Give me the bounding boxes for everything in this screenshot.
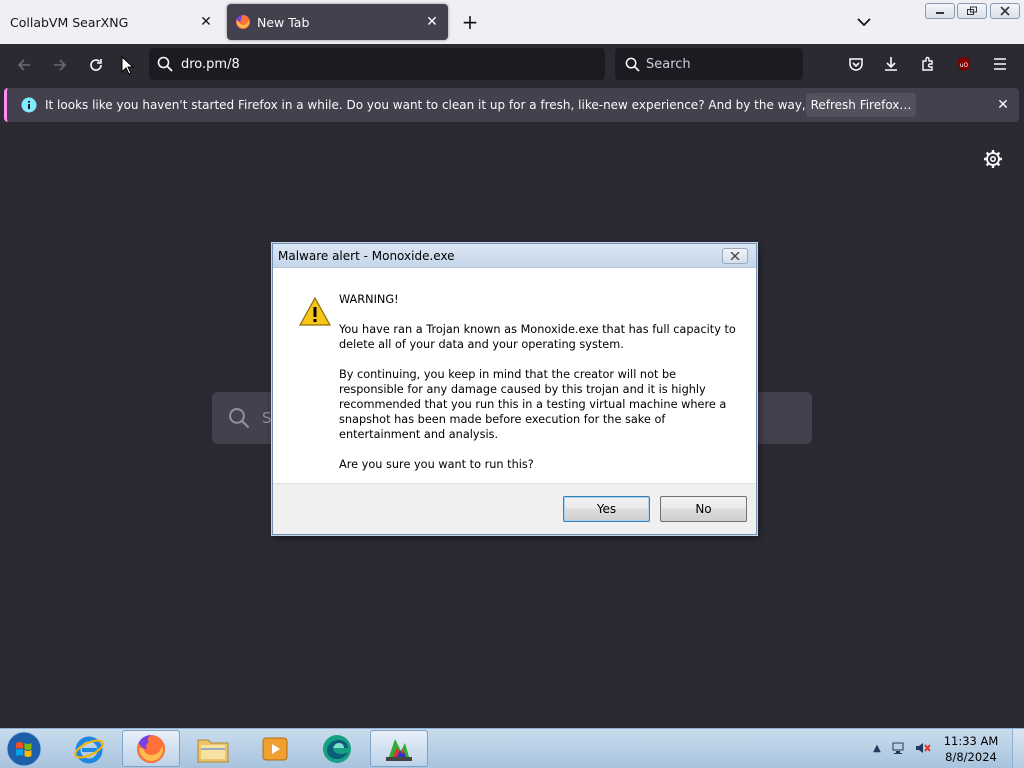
internet-explorer-icon	[74, 736, 104, 763]
download-icon	[885, 57, 897, 71]
newtab-search-placeholder: S	[262, 409, 272, 427]
forward-button[interactable]	[48, 53, 72, 77]
warning-heading: WARNING!	[339, 293, 399, 306]
system-clock[interactable]: 11:33 AM 8/8/2024	[936, 733, 1006, 765]
extensions-button[interactable]	[917, 53, 939, 75]
media-player-icon	[262, 737, 288, 760]
warning-question: Are you sure you want to run this?	[339, 458, 534, 471]
tab-title: New Tab	[257, 14, 310, 30]
start-button[interactable]	[4, 730, 44, 768]
svg-text:uO: uO	[960, 62, 969, 69]
tab-close-icon[interactable]: ✕	[422, 12, 442, 32]
taskbar-file-explorer[interactable]	[184, 730, 242, 767]
tab-close-icon[interactable]: ✕	[196, 12, 216, 32]
refresh-firefox-notification: It looks like you haven't started Firefo…	[4, 88, 1019, 122]
monoxide-app-icon	[386, 738, 412, 761]
close-icon	[1000, 6, 1010, 16]
app-menu-button[interactable]	[989, 53, 1011, 75]
url-bar[interactable]	[149, 48, 605, 80]
edge-browser-icon	[323, 734, 351, 763]
url-input[interactable]	[181, 56, 581, 72]
malware-alert-dialog: Malware alert - Monoxide.exe WARNING! Yo…	[272, 243, 757, 535]
firefox-icon	[137, 734, 166, 763]
network-icon[interactable]	[890, 739, 908, 757]
dialog-button-bar: Yes No	[273, 483, 756, 534]
warning-paragraph-2: By continuing, you keep in mind that the…	[339, 368, 727, 441]
hamburger-menu-icon	[994, 58, 1006, 70]
forward-arrow-icon	[54, 59, 67, 71]
tab-strip: CollabVM SearXNG ✕ New Tab ✕ +	[0, 0, 1024, 44]
tab-new-tab[interactable]: New Tab ✕	[227, 4, 448, 40]
notification-message: It looks like you haven't started Firefo…	[45, 98, 901, 112]
ublock-origin-button[interactable]: uO	[953, 53, 975, 75]
list-all-tabs-button[interactable]	[852, 10, 876, 34]
pocket-button[interactable]	[845, 53, 867, 75]
dialog-title: Malware alert - Monoxide.exe	[278, 248, 455, 263]
close-window-button[interactable]	[990, 3, 1020, 19]
back-arrow-icon	[17, 59, 30, 71]
minimize-button[interactable]	[925, 3, 955, 19]
search-icon	[157, 56, 173, 72]
taskbar-monoxide[interactable]	[370, 730, 428, 767]
search-icon	[625, 57, 640, 72]
dialog-titlebar[interactable]: Malware alert - Monoxide.exe	[273, 244, 756, 268]
reload-button[interactable]	[84, 53, 108, 77]
info-icon	[21, 97, 37, 113]
taskbar-internet-explorer[interactable]	[60, 730, 118, 767]
taskbar-firefox[interactable]	[122, 730, 180, 767]
yes-button[interactable]: Yes	[563, 496, 650, 522]
restore-button[interactable]	[957, 3, 987, 19]
dialog-close-button[interactable]	[722, 248, 748, 264]
refresh-firefox-button[interactable]: Refresh Firefox…	[806, 93, 916, 117]
warning-paragraph-1: You have ran a Trojan known as Monoxide.…	[339, 323, 736, 351]
volume-muted-icon[interactable]	[914, 739, 932, 757]
puzzle-piece-icon	[922, 56, 933, 71]
dialog-body: WARNING! You have ran a Trojan known as …	[273, 268, 756, 483]
folder-icon	[197, 739, 229, 762]
close-notification-icon[interactable]: ✕	[993, 95, 1013, 115]
taskbar-edge[interactable]	[308, 730, 366, 767]
dialog-message: WARNING! You have ran a Trojan known as …	[339, 292, 739, 487]
tab-title: CollabVM SearXNG	[10, 14, 129, 30]
back-button[interactable]	[12, 53, 36, 77]
restore-icon	[967, 6, 977, 15]
taskbar: ▲ 11:33 AM 8/8/2024	[0, 728, 1024, 768]
close-icon	[730, 252, 740, 260]
minimize-icon	[936, 12, 944, 14]
show-hidden-icons-button[interactable]: ▲	[868, 739, 886, 757]
chevron-down-icon	[857, 18, 871, 27]
ublock-shield-icon: uO	[958, 57, 970, 71]
search-input[interactable]	[646, 56, 796, 72]
search-bar[interactable]	[615, 48, 803, 80]
clock-time: 11:33 AM	[943, 734, 999, 748]
no-button[interactable]: No	[660, 496, 747, 522]
new-tab-button[interactable]: +	[458, 10, 482, 34]
mouse-cursor-icon	[121, 56, 135, 75]
firefox-icon	[236, 14, 251, 29]
tab-collabvm-searxng[interactable]: CollabVM SearXNG ✕	[0, 4, 222, 40]
taskbar-media-player[interactable]	[246, 730, 304, 767]
pocket-icon	[849, 58, 863, 71]
clock-date: 8/8/2024	[945, 750, 997, 764]
windows-logo-icon	[6, 731, 42, 767]
show-desktop-button[interactable]	[1012, 729, 1024, 768]
warning-icon	[299, 296, 331, 326]
reload-icon	[90, 59, 102, 71]
gear-icon[interactable]	[982, 148, 1004, 170]
search-icon	[229, 408, 250, 429]
downloads-button[interactable]	[880, 53, 902, 75]
